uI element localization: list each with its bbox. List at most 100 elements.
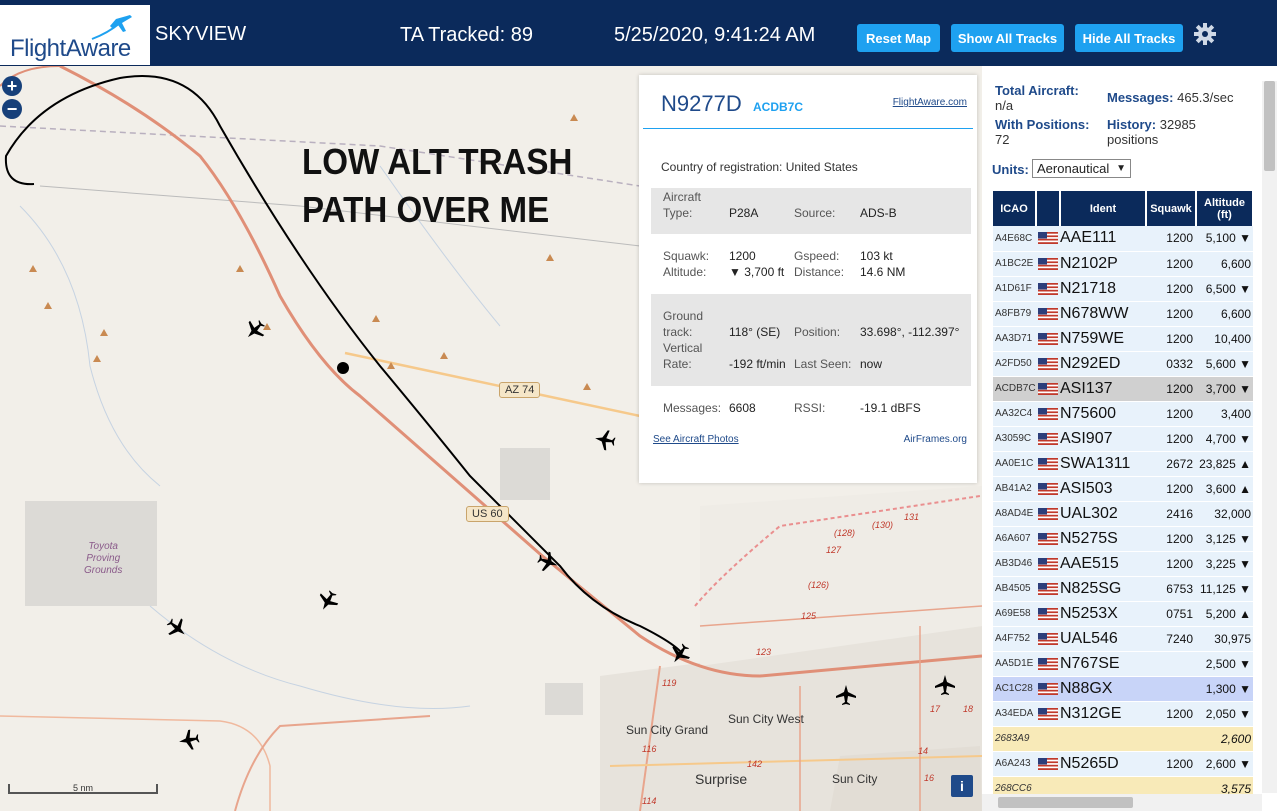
row-flag — [1036, 601, 1060, 627]
messages-rate-label: Messages: — [1107, 90, 1174, 105]
column-squawk[interactable]: Squawk — [1146, 191, 1197, 226]
table-row[interactable]: A8AD4E UAL302 2416 32,000 — [993, 501, 1253, 527]
column-flag[interactable] — [1036, 191, 1061, 226]
row-altitude: 2,600 ▼ — [1196, 751, 1253, 777]
us-flag-icon — [1038, 582, 1058, 595]
row-flag — [1036, 751, 1060, 777]
aircraft-marker[interactable] — [933, 673, 957, 697]
aircraft-marker[interactable] — [243, 318, 267, 342]
table-row[interactable]: AA3D71 N759WE 1200 10,400 — [993, 326, 1253, 352]
horizontal-scrollbar[interactable] — [982, 794, 1262, 811]
az74-shield: AZ 74 — [499, 382, 541, 398]
reset-map-button[interactable]: Reset Map — [857, 24, 940, 52]
gspeed-value: 103 kt — [860, 249, 893, 263]
units-select[interactable]: Aeronautical ▼ — [1032, 159, 1131, 178]
zoom-out-button[interactable]: − — [2, 99, 22, 119]
row-squawk: 1200 — [1146, 426, 1196, 452]
road-label: (126) — [808, 580, 830, 590]
scrollbar-thumb[interactable] — [998, 797, 1133, 808]
row-ident: N5275S — [1060, 526, 1146, 552]
column-icao[interactable]: ICAO — [993, 191, 1037, 226]
row-flag — [1036, 426, 1060, 452]
table-row[interactable]: AB3D46 AAE515 1200 3,225 ▼ — [993, 551, 1253, 577]
table-row[interactable]: AB4505 N825SG 6753 11,125 ▼ — [993, 576, 1253, 602]
row-icao: A34EDA — [993, 701, 1036, 727]
table-row[interactable]: AA5D1E N767SE 2,500 ▼ — [993, 651, 1253, 677]
flightaware-logo[interactable]: FlightAware — [0, 5, 150, 65]
table-row[interactable]: A69E58 N5253X 0751 5,200 ▲ — [993, 601, 1253, 627]
squawk-value: 1200 — [729, 249, 756, 263]
table-row[interactable]: AB41A2 ASI503 1200 3,600 ▲ — [993, 476, 1253, 502]
units-label: Units: — [992, 162, 1029, 177]
table-row[interactable]: AC1C28 N88GX 1,300 ▼ — [993, 676, 1253, 702]
scrollbar-thumb[interactable] — [1264, 81, 1275, 171]
us-flag-icon — [1038, 382, 1058, 395]
aircraft-marker[interactable] — [177, 728, 201, 752]
row-ident: SWA1311 — [1060, 451, 1146, 477]
us-flag-icon — [1038, 682, 1058, 695]
table-row[interactable]: A3059C ASI907 1200 4,700 ▼ — [993, 426, 1253, 452]
row-icao: 2683A9 — [993, 726, 1036, 752]
table-row[interactable]: A4E68C AAE111 1200 5,100 ▼ — [993, 226, 1253, 252]
us-flag-icon — [1038, 432, 1058, 445]
total-aircraft-label: Total Aircraft: — [995, 83, 1079, 98]
row-squawk — [1146, 726, 1196, 752]
zoom-in-button[interactable]: + — [2, 76, 22, 96]
aircraft-table-body: A4E68C AAE111 1200 5,100 ▼ A1BC2E N2102P 1200 6… — [993, 226, 1253, 802]
table-row[interactable]: A1D61F N21718 1200 6,500 ▼ — [993, 276, 1253, 302]
history-value: 32985 — [1159, 117, 1196, 132]
row-altitude: 2,500 ▼ — [1196, 651, 1253, 677]
vertical-scrollbar[interactable] — [1262, 81, 1277, 793]
messages-rate-value: 465.3/sec — [1177, 90, 1234, 105]
aircraft-marker[interactable] — [593, 428, 617, 452]
row-flag — [1036, 451, 1060, 477]
us-flag-icon — [1038, 757, 1058, 770]
table-row[interactable]: AA0E1C SWA1311 2672 23,825 ▲ — [993, 451, 1253, 477]
table-row[interactable]: AA32C4 N75600 1200 3,400 — [993, 401, 1253, 427]
table-row[interactable]: A2FD50 N292ED 0332 5,600 ▼ — [993, 351, 1253, 377]
table-row[interactable]: A4F752 UAL546 7240 30,975 — [993, 626, 1253, 652]
road-label: 16 — [924, 773, 935, 783]
table-row[interactable]: 2683A9 2,600 — [993, 726, 1253, 752]
table-row[interactable]: A8FB79 N678WW 1200 6,600 — [993, 301, 1253, 327]
map-info-button[interactable]: i — [951, 775, 973, 797]
aircraft-marker-selected[interactable] — [536, 550, 560, 574]
row-icao: AB4505 — [993, 576, 1036, 602]
table-row[interactable]: ACDB7C ASI137 1200 3,700 ▼ — [993, 376, 1253, 402]
gear-icon[interactable] — [1193, 22, 1217, 46]
hide-all-tracks-button[interactable]: Hide All Tracks — [1075, 24, 1183, 52]
column-ident[interactable]: Ident — [1060, 191, 1147, 226]
with-positions-value: 72 — [995, 132, 1010, 147]
us-flag-icon — [1038, 307, 1058, 320]
table-row[interactable]: A1BC2E N2102P 1200 6,600 — [993, 251, 1253, 277]
row-squawk: 1200 — [1146, 476, 1196, 502]
row-altitude: 3,400 — [1196, 401, 1253, 427]
row-altitude: 5,100 ▼ — [1196, 226, 1253, 252]
ground-track-label: Ground track: — [663, 309, 704, 339]
aircraft-marker[interactable] — [668, 642, 692, 666]
column-altitude[interactable]: Altitude (ft) — [1196, 191, 1254, 226]
last-seen-label: Last Seen: — [794, 357, 852, 371]
table-row[interactable]: A34EDA N312GE 1200 2,050 ▼ — [993, 701, 1253, 727]
show-all-tracks-button[interactable]: Show All Tracks — [951, 24, 1064, 52]
with-positions-label: With Positions: — [995, 117, 1090, 132]
annotation-line-1: LOW ALT TRASH — [302, 141, 573, 182]
airframes-link[interactable]: AirFrames.org — [904, 434, 967, 445]
source-label: Source: — [794, 206, 836, 220]
table-row[interactable]: A6A243 N5265D 1200 2,600 ▼ — [993, 751, 1253, 777]
row-icao: A8AD4E — [993, 501, 1036, 527]
row-ident: N5253X — [1060, 601, 1146, 627]
aircraft-marker[interactable] — [316, 589, 340, 613]
row-squawk: 1200 — [1146, 326, 1196, 352]
last-seen-value: now — [860, 357, 883, 371]
see-aircraft-photos-link[interactable]: See Aircraft Photos — [653, 434, 739, 445]
messages-label: Messages: — [663, 401, 722, 415]
flightaware-link[interactable]: FlightAware.com — [893, 97, 967, 108]
aircraft-marker[interactable] — [834, 683, 858, 707]
aircraft-marker[interactable] — [165, 616, 189, 640]
row-altitude: 11,125 ▼ — [1196, 576, 1253, 602]
row-squawk: 6753 — [1146, 576, 1196, 602]
table-row[interactable]: A6A607 N5275S 1200 3,125 ▼ — [993, 526, 1253, 552]
position-label: Position: — [794, 325, 841, 339]
row-squawk: 1200 — [1146, 526, 1196, 552]
